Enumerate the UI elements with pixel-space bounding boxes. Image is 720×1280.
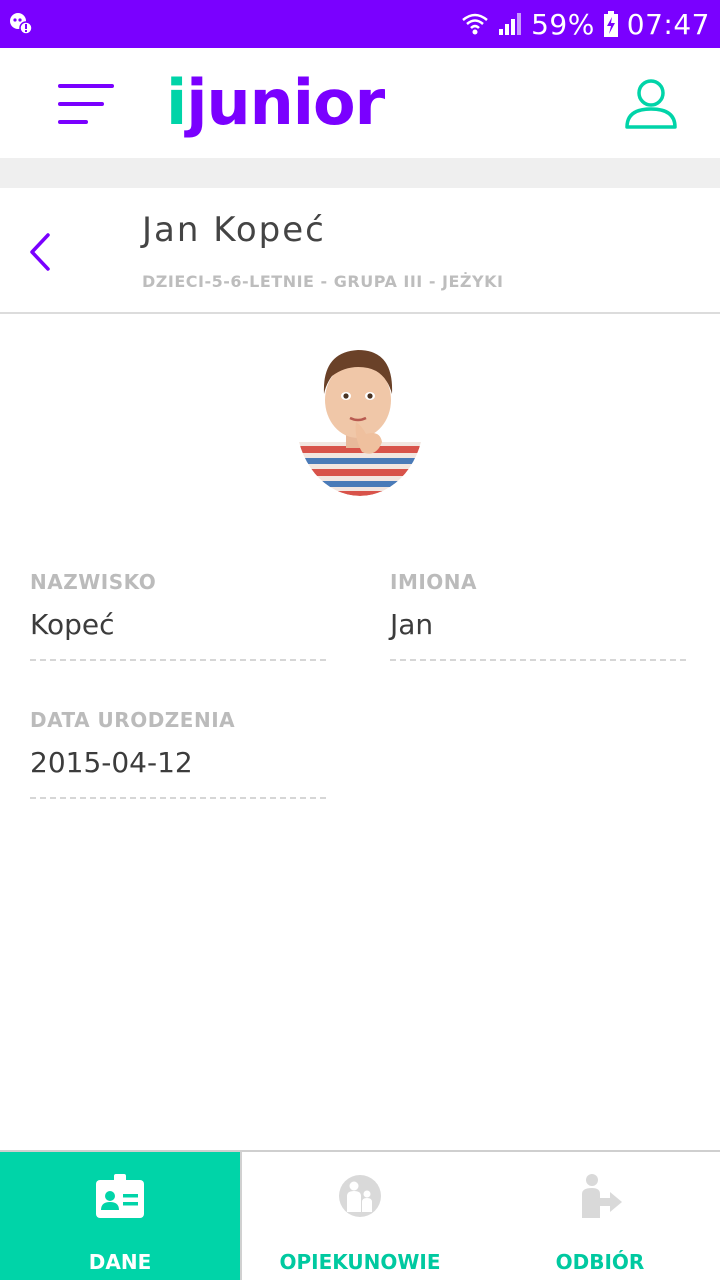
first-names-label: IMIONA bbox=[390, 570, 478, 594]
user-profile-icon[interactable] bbox=[624, 78, 678, 130]
notification-icon bbox=[8, 10, 34, 36]
bottom-navigation: DANE OPIEKUNOWIE ODBIÓR bbox=[0, 1150, 720, 1280]
child-group: DZIECI-5-6-LETNIE - GRUPA III - JEŻYKI bbox=[142, 272, 504, 291]
surname-underline bbox=[30, 659, 326, 661]
signal-icon bbox=[497, 11, 523, 37]
tab-odbior-label: ODBIÓR bbox=[555, 1250, 645, 1274]
first-names-underline bbox=[390, 659, 686, 661]
child-name: Jan Kopeć bbox=[142, 210, 326, 250]
nav-separator bbox=[240, 1150, 242, 1280]
back-arrow-icon[interactable] bbox=[24, 232, 58, 272]
surname-value: Kopeć bbox=[30, 608, 115, 641]
hamburger-menu-icon[interactable] bbox=[58, 82, 118, 126]
child-header: Jan Kopeć DZIECI-5-6-LETNIE - GRUPA III … bbox=[0, 188, 720, 314]
app-header: i junior bbox=[0, 48, 720, 158]
logo-text: junior bbox=[186, 65, 385, 139]
pickup-icon bbox=[572, 1172, 628, 1222]
surname-label: NAZWISKO bbox=[30, 570, 157, 594]
surname-field: NAZWISKO Kopeć bbox=[30, 570, 326, 661]
app-logo: i junior bbox=[166, 62, 385, 142]
clock: 07:47 bbox=[626, 7, 710, 41]
first-names-value: Jan bbox=[390, 608, 434, 641]
tab-dane-label: DANE bbox=[88, 1250, 152, 1274]
battery-charging-icon bbox=[603, 10, 619, 38]
status-bar: 59% 07:47 bbox=[0, 0, 720, 48]
birth-date-value: 2015-04-12 bbox=[30, 746, 193, 779]
tab-odbior[interactable]: ODBIÓR bbox=[480, 1152, 720, 1280]
guardians-icon bbox=[332, 1172, 388, 1222]
logo-i-letter: i bbox=[166, 65, 187, 139]
tab-opiekunowie-label: OPIEKUNOWIE bbox=[279, 1250, 441, 1274]
birth-date-field: DATA URODZENIA 2015-04-12 bbox=[30, 708, 326, 799]
birth-date-label: DATA URODZENIA bbox=[30, 708, 236, 732]
first-names-field: IMIONA Jan bbox=[390, 570, 686, 661]
child-avatar bbox=[296, 342, 424, 496]
battery-percent: 59% bbox=[531, 7, 595, 41]
tab-opiekunowie[interactable]: OPIEKUNOWIE bbox=[240, 1152, 480, 1280]
birth-date-underline bbox=[30, 797, 326, 799]
id-card-icon bbox=[92, 1172, 148, 1222]
wifi-icon bbox=[461, 11, 489, 37]
header-divider-band bbox=[0, 158, 720, 188]
tab-dane[interactable]: DANE bbox=[0, 1152, 240, 1280]
